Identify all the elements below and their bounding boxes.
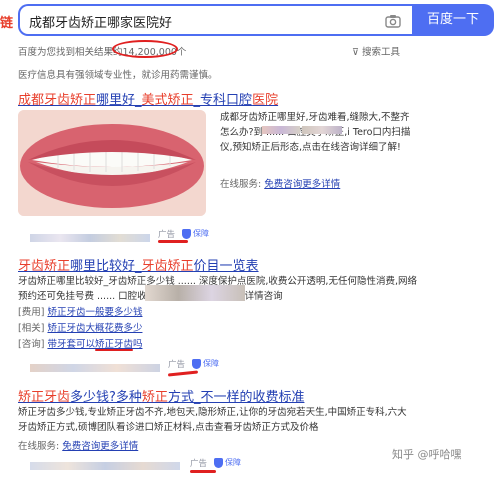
- edge-text: 链: [0, 16, 14, 31]
- ad2-guarantee: 保障: [192, 358, 219, 369]
- ad1-title-t1: 哪里好_: [96, 93, 142, 108]
- ad3-title[interactable]: 矫正牙齿多少钱?多种矫正方式_不一样的收费标准: [18, 386, 304, 405]
- ad2-title-kw1: 牙齿矫正: [18, 259, 71, 274]
- ad1-smile-image[interactable]: [18, 110, 206, 216]
- ad1-title-kw1: 成都牙齿矫正: [18, 93, 97, 108]
- ad3-title-kw1: 矫正牙齿: [18, 390, 71, 405]
- ad3-ad-tag: 广告: [190, 459, 208, 469]
- ad2-url-blur: [30, 364, 160, 372]
- ad1-underline: [158, 240, 188, 243]
- ad2-sublink-1-tag: [费用]: [18, 307, 45, 318]
- camera-icon[interactable]: [385, 13, 401, 32]
- ad1-guarantee-label: 保障: [193, 229, 209, 238]
- ad3-service-link[interactable]: 免费咨询更多详情: [62, 441, 138, 452]
- ad2-title-kw2: 牙齿矫正: [141, 259, 194, 274]
- shield-icon: [182, 228, 191, 239]
- ad3-title-t2: 方式_不一样的收费标准: [167, 390, 305, 405]
- ad1-blur-1: [262, 126, 300, 134]
- ad3-underline: [190, 470, 216, 473]
- ad3-title-t1: 多少钱?多种: [70, 390, 142, 405]
- ad2-title-t2: 价目一览表: [193, 259, 259, 274]
- search-input[interactable]: 成都牙齿矫正哪家医院好: [18, 4, 412, 36]
- ad2-title[interactable]: 牙齿矫正哪里比较好_牙齿矫正价目一览表: [18, 255, 259, 274]
- watermark: 知乎 @呼哈嘿: [392, 448, 462, 461]
- search-query: 成都牙齿矫正哪家医院好: [29, 16, 173, 31]
- ad2-sublink-2-tag: [相关]: [18, 323, 45, 334]
- ad2-sublink-3-tag: [咨询]: [18, 339, 45, 350]
- result-stats-prefix: 百度为您找到相关结果约: [18, 47, 123, 58]
- search-tools-label: 搜索工具: [362, 47, 401, 58]
- ad1-blur-2: [302, 126, 342, 134]
- count-highlight-circle: [112, 40, 178, 58]
- ad3-guarantee: 保障: [214, 457, 241, 468]
- ad3-service: 在线服务: 免费咨询更多详情: [18, 438, 138, 452]
- ad1-guarantee: 保障: [182, 228, 209, 239]
- ad2-sublink-1[interactable]: [费用] 矫正牙齿一般要多少钱: [18, 305, 142, 320]
- ad2-sublink-1-text[interactable]: 矫正牙齿一般要多少钱: [47, 307, 142, 318]
- medical-notice: 医疗信息具有强领域专业性，就诊用药需谨慎。: [18, 70, 218, 81]
- search-tools[interactable]: ⊽ 搜索工具: [352, 44, 400, 58]
- ad2-guarantee-label: 保障: [203, 359, 219, 368]
- shield-icon: [214, 457, 223, 468]
- ad1-title-t2: _专科口腔: [193, 93, 253, 108]
- search-button[interactable]: 百度一下: [412, 4, 494, 36]
- ad3-service-label: 在线服务:: [18, 441, 60, 452]
- ad2-sublink-2-text[interactable]: 矫正牙齿大概花费多少: [47, 323, 142, 334]
- ad1-service: 在线服务: 免费咨询更多详情: [220, 176, 340, 190]
- ad1-url-blur: [30, 234, 150, 242]
- filter-icon: ⊽: [352, 47, 359, 58]
- ad1-service-link[interactable]: 免费咨询更多详情: [264, 179, 340, 190]
- ad3-title-kw2: 矫正: [141, 390, 168, 405]
- ad1-service-label: 在线服务:: [220, 179, 262, 190]
- ad3-url-blur: [30, 462, 180, 470]
- shield-icon: [192, 358, 201, 369]
- ad3-guarantee-label: 保障: [225, 458, 241, 467]
- ad2-blur: [145, 285, 245, 301]
- ad2-sublink-2[interactable]: [相关] 矫正牙齿大概花费多少: [18, 321, 142, 336]
- ad1-title-kw3: 医院: [252, 93, 279, 108]
- ad2-title-t1: 哪里比较好_: [70, 259, 142, 274]
- ad3-description: 矫正牙齿多少钱,专业矫正牙齿不齐,地包天,隐形矫正,让你的牙齿宛若天生,中国矫正…: [18, 407, 407, 433]
- ad1-ad-tag: 广告: [158, 230, 176, 240]
- ad2-ad-tag: 广告: [168, 360, 186, 370]
- ad2-sublink-underline: [95, 349, 133, 351]
- ad1-title[interactable]: 成都牙齿矫正哪里好_美式矫正_专科口腔医院: [18, 89, 278, 108]
- ad2-underline: [167, 370, 199, 377]
- ad1-description: 成都牙齿矫正哪里好,牙齿难看,缝隙大,不整齐怎么办?到 ...... 口腔美学矫…: [220, 112, 411, 153]
- ad1-title-kw2: 美式矫正: [141, 93, 194, 108]
